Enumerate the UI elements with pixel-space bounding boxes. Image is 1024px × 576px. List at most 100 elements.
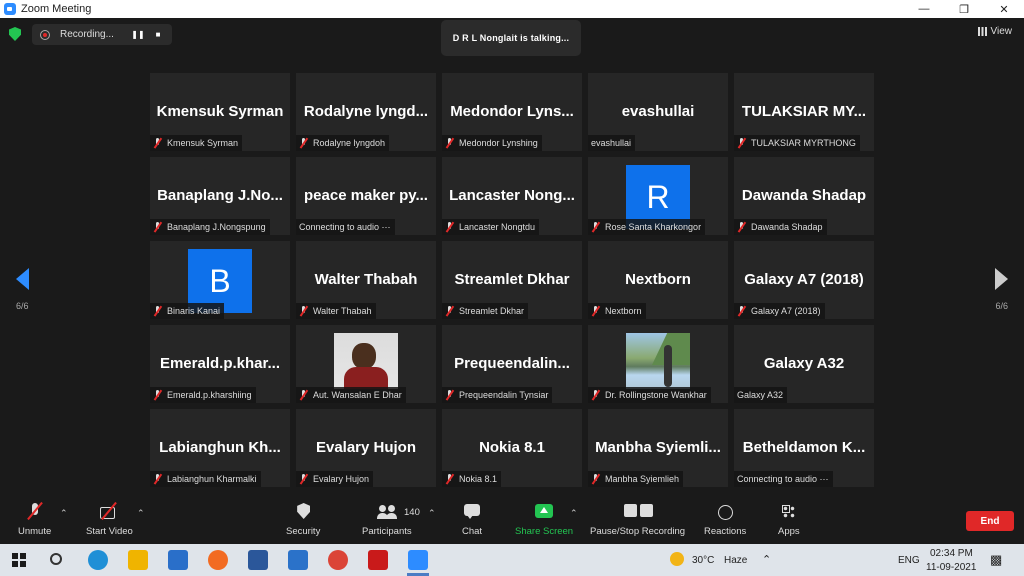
participant-display-name: Banaplang J.No... [157, 187, 283, 204]
participants-caret-icon[interactable]: ⌃ [428, 508, 436, 519]
file-explorer-icon[interactable] [128, 550, 148, 570]
participant-tile[interactable]: Dr. Rollingstone Wankhar [588, 325, 728, 403]
participant-name-label: Rodalyne lyngdoh [296, 135, 390, 151]
close-icon[interactable]: ✕ [984, 0, 1024, 18]
end-button[interactable]: End [966, 511, 1014, 531]
audio-options-caret-icon[interactable]: ⌃ [60, 508, 68, 519]
participant-name-label: Galaxy A32 [734, 387, 788, 403]
participant-video-photo [334, 333, 398, 389]
participant-name-text: Rodalyne lyngdoh [313, 138, 386, 148]
participant-name-text: Aut. Wansalan E Dhar [313, 390, 402, 400]
participant-tile[interactable]: Medondor Lyns... Medondor Lynshing [442, 73, 582, 151]
clock-time[interactable]: 02:34 PM [930, 548, 973, 559]
participant-display-name: Streamlet Dkhar [454, 271, 570, 288]
firefox-icon[interactable] [208, 550, 228, 570]
word-icon[interactable] [248, 550, 268, 570]
chat-button[interactable]: Chat [462, 502, 482, 537]
share-screen-button[interactable]: Share Screen [515, 502, 573, 537]
participant-tile[interactable]: Rodalyne lyngd... Rodalyne lyngdoh [296, 73, 436, 151]
title-bar: Zoom Meeting — ❐ ✕ [0, 0, 1024, 18]
participant-count: 140 [404, 507, 420, 518]
participant-tile[interactable]: Streamlet Dkhar Streamlet Dkhar [442, 241, 582, 319]
participant-name-label: Emerald.p.kharshiing [150, 387, 256, 403]
smiley-icon [715, 502, 735, 522]
recording-dot-icon [40, 29, 50, 40]
participant-tile[interactable]: Lancaster Nong... Lancaster Nongtdu [442, 157, 582, 235]
participant-tile[interactable]: Dawanda Shadap Dawanda Shadap [734, 157, 874, 235]
participant-name-text: Emerald.p.kharshiing [167, 390, 252, 400]
participant-name-text: Streamlet Dkhar [459, 306, 525, 316]
notifications-icon[interactable]: ▩ [990, 552, 1002, 568]
participant-tile[interactable]: Aut. Wansalan E Dhar [296, 325, 436, 403]
clock-date[interactable]: 11-09-2021 [926, 562, 976, 573]
participant-name-label: evashullai [588, 135, 636, 151]
participant-tile[interactable]: Nextborn Nextborn [588, 241, 728, 319]
muted-mic-icon [153, 138, 162, 148]
participant-name-text: Labianghun Kharmalki [167, 474, 257, 484]
edge-browser-icon[interactable] [88, 550, 108, 570]
minimize-icon[interactable]: — [904, 0, 944, 18]
search-icon[interactable] [50, 553, 62, 565]
participant-tile[interactable]: Evalary Hujon Evalary Hujon [296, 409, 436, 487]
share-options-caret-icon[interactable]: ⌃ [570, 508, 578, 519]
muted-mic-icon [591, 474, 600, 484]
mail-icon[interactable] [168, 550, 188, 570]
participant-tile[interactable]: R Rose Santa Kharkongor [588, 157, 728, 235]
participant-name-text: Binaris Kanai [167, 306, 221, 316]
participant-tile[interactable]: TULAKSIAR MY... TULAKSIAR MYRTHONG [734, 73, 874, 151]
view-button[interactable]: View [977, 26, 1013, 37]
start-video-button[interactable]: Start Video [86, 502, 133, 537]
microphone-muted-icon [25, 502, 45, 522]
participant-display-name: evashullai [621, 103, 695, 120]
participant-tile[interactable]: Walter Thabah Walter Thabah [296, 241, 436, 319]
weather-sun-icon[interactable] [670, 552, 684, 566]
participant-name-label: Prequeendalin Tynsiar [442, 387, 553, 403]
previous-page-icon[interactable] [16, 268, 29, 290]
unmute-button[interactable]: Unmute [18, 502, 51, 537]
zoom-taskbar-icon[interactable] [408, 550, 428, 570]
video-options-caret-icon[interactable]: ⌃ [137, 508, 145, 519]
meeting-area: Recording... ❚❚ ■ D R L Nonglait is talk… [0, 18, 1024, 498]
apps-button[interactable]: Apps [778, 502, 800, 537]
participants-icon [376, 502, 397, 522]
participant-tile[interactable]: Prequeendalin... Prequeendalin Tynsiar [442, 325, 582, 403]
pdf-reader-icon[interactable] [368, 550, 388, 570]
participant-tile[interactable]: Galaxy A32 Galaxy A32 [734, 325, 874, 403]
chrome-icon[interactable] [328, 550, 348, 570]
participant-tile[interactable]: evashullai evashullai [588, 73, 728, 151]
tray-chevron-icon[interactable]: ⌃ [762, 553, 771, 566]
encryption-shield-icon[interactable] [9, 27, 21, 41]
muted-mic-icon [299, 474, 308, 484]
view-label: View [990, 26, 1013, 37]
language-indicator[interactable]: ENG [898, 555, 920, 566]
stop-recording-icon[interactable]: ■ [148, 30, 168, 39]
participant-tile[interactable]: Banaplang J.No... Banaplang J.Nongspung [150, 157, 290, 235]
participant-name-text: Galaxy A32 [737, 390, 784, 400]
participant-name-label: Banaplang J.Nongspung [150, 219, 270, 235]
security-button[interactable]: Security [286, 502, 320, 537]
next-page-icon[interactable] [995, 268, 1008, 290]
participant-name-label: Nokia 8.1 [442, 471, 502, 487]
participant-tile[interactable]: Kmensuk Syrman Kmensuk Syrman [150, 73, 290, 151]
participant-display-name: TULAKSIAR MY... [741, 103, 867, 120]
participant-name-text: Lancaster Nongtdu [459, 222, 536, 232]
participant-tile[interactable]: B Binaris Kanai [150, 241, 290, 319]
participant-display-name: Manbha Syiemli... [595, 439, 721, 456]
participant-tile[interactable]: Nokia 8.1 Nokia 8.1 [442, 409, 582, 487]
pause-stop-recording-button[interactable]: Pause/Stop Recording [590, 502, 685, 537]
recording-label: Recording... [60, 29, 114, 40]
windows-start-icon[interactable] [12, 553, 26, 567]
participant-tile[interactable]: peace maker py... Connecting to audio ⋯ [296, 157, 436, 235]
pause-recording-icon[interactable]: ❚❚ [128, 30, 148, 39]
restore-icon[interactable]: ❐ [944, 0, 984, 18]
active-speaker-banner: D R L Nonglait is talking... [441, 20, 581, 56]
participant-tile[interactable]: Galaxy A7 (2018) Galaxy A7 (2018) [734, 241, 874, 319]
wps-writer-icon[interactable] [288, 550, 308, 570]
participant-tile[interactable]: Betheldamon K... Connecting to audio ⋯ [734, 409, 874, 487]
participant-tile[interactable]: Manbha Syiemli... Manbha Syiemlieh [588, 409, 728, 487]
participant-tile[interactable]: Emerald.p.khar... Emerald.p.kharshiing [150, 325, 290, 403]
reactions-button[interactable]: Reactions [704, 502, 746, 537]
muted-mic-icon [445, 390, 454, 400]
window-controls: — ❐ ✕ [904, 0, 1024, 18]
participant-tile[interactable]: Labianghun Kh... Labianghun Kharmalki [150, 409, 290, 487]
